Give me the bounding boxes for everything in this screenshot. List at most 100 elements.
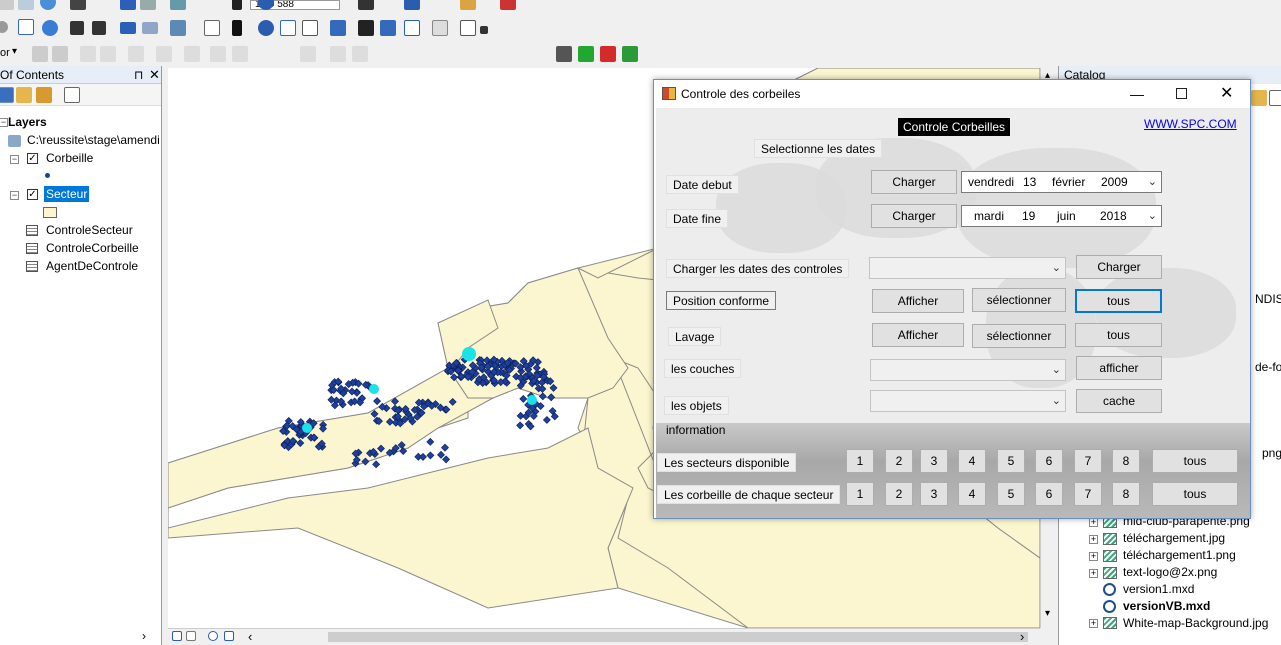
pan-hand-icon[interactable] — [18, 0, 34, 10]
secteur-3-button[interactable]: 3 — [920, 449, 948, 473]
catalog-item[interactable]: téléchargement1.png — [1123, 548, 1236, 562]
catalog-item[interactable]: White-map-Background.jpg — [1123, 616, 1268, 630]
globe-icon[interactable] — [40, 0, 56, 10]
website-link[interactable]: WWW.SPC.COM — [1144, 117, 1237, 131]
close-icon[interactable]: ✕ — [149, 66, 160, 84]
chevron-down-icon[interactable]: ⌄ — [1148, 172, 1157, 192]
binoculars-icon[interactable] — [358, 0, 374, 10]
secteur-6-button[interactable]: 6 — [1035, 449, 1063, 473]
tous-position-button[interactable]: tous — [1075, 289, 1162, 313]
list-by-source-icon[interactable] — [16, 87, 32, 103]
selected-point[interactable] — [302, 423, 312, 433]
dates-controles-combo[interactable]: ⌄ — [869, 257, 1066, 279]
go-to-xy-icon[interactable] — [404, 20, 420, 36]
scroll-left-icon[interactable]: ‹ — [248, 629, 252, 644]
full-extent-icon[interactable] — [70, 0, 86, 10]
find-route-icon[interactable] — [380, 20, 396, 36]
corbeille-point[interactable] — [327, 395, 336, 404]
corbeille-point[interactable] — [419, 452, 427, 461]
chevron-down-icon[interactable]: ⌄ — [1148, 206, 1157, 226]
corbeille-secteur-8-button[interactable]: 8 — [1112, 482, 1140, 506]
zoom-in-icon[interactable] — [0, 0, 14, 10]
collapse-icon[interactable]: − — [0, 118, 8, 127]
layer-visibility-checkbox[interactable]: ✓ — [27, 189, 38, 200]
secteur-4-button[interactable]: 4 — [958, 449, 986, 473]
corbeille-point[interactable] — [372, 460, 381, 469]
scroll-down-icon[interactable]: ▾ — [1045, 608, 1050, 619]
html-popup-icon[interactable] — [280, 20, 296, 36]
binoculars-icon[interactable] — [358, 20, 374, 36]
maximize-icon[interactable] — [1176, 88, 1187, 99]
pointer-icon[interactable] — [232, 0, 242, 10]
afficher-lavage-button[interactable]: Afficher — [872, 323, 964, 347]
objets-combo[interactable]: ⌄ — [870, 390, 1066, 412]
selectionner-position-button[interactable]: sélectionner — [972, 288, 1066, 312]
scroll-right-icon[interactable]: › — [1020, 629, 1024, 644]
scroll-thumb[interactable] — [328, 632, 1028, 642]
refresh-icon[interactable] — [208, 631, 218, 641]
date-debut-picker[interactable]: vendredi 13 février 2009 ⌄ — [961, 171, 1162, 193]
scroll-right-icon[interactable]: › — [142, 629, 146, 643]
charger-fin-button[interactable]: Charger — [871, 204, 957, 228]
corbeille-points[interactable] — [279, 347, 559, 469]
tous-corbeilles-button[interactable]: tous — [1152, 482, 1238, 506]
house-icon[interactable] — [600, 46, 616, 62]
data-view-icon[interactable] — [186, 631, 196, 641]
options-icon[interactable] — [64, 87, 80, 103]
chevron-down-icon[interactable]: ⌄ — [1052, 258, 1061, 278]
list-by-visibility-icon[interactable] — [36, 87, 52, 103]
corbeille-point[interactable] — [442, 455, 451, 464]
corbeille-secteur-3-button[interactable]: 3 — [920, 482, 948, 506]
expand-icon[interactable]: + — [1089, 535, 1098, 544]
zoom-in-icon[interactable] — [0, 21, 8, 33]
corbeille-point[interactable] — [373, 397, 382, 406]
expand-icon[interactable]: + — [1089, 518, 1098, 527]
table-controle-corbeille[interactable]: ControleCorbeille — [46, 241, 139, 255]
globe-icon[interactable] — [42, 20, 58, 36]
table-agent-de-controle[interactable]: AgentDeControle — [46, 259, 138, 273]
corbeille-point[interactable] — [426, 437, 435, 446]
chevron-down-icon[interactable]: ▾ — [12, 46, 17, 57]
corbeille-point[interactable] — [437, 450, 445, 459]
selected-point[interactable] — [527, 395, 537, 405]
secteur-7-button[interactable]: 7 — [1074, 449, 1102, 473]
pin-icon[interactable]: ⊓ — [134, 66, 143, 84]
add-point-icon[interactable] — [578, 46, 594, 62]
collapse-icon[interactable]: − — [10, 155, 19, 164]
catalog-item-partial[interactable]: de-for — [1255, 360, 1281, 374]
charger-debut-button[interactable]: Charger — [871, 170, 957, 194]
close-icon[interactable]: ✕ — [1220, 80, 1233, 108]
corbeille-secteur-5-button[interactable]: 5 — [997, 482, 1025, 506]
corbeille-secteur-1-button[interactable]: 1 — [846, 482, 874, 506]
corbeille-point[interactable] — [519, 394, 528, 403]
forward-arrow-icon[interactable] — [142, 22, 158, 34]
fixed-zoom-icon[interactable] — [92, 21, 106, 35]
map-horizontal-scrollbar[interactable]: ‹ › — [168, 628, 1040, 645]
expand-icon[interactable]: + — [1089, 619, 1098, 628]
catalog-item[interactable]: téléchargement.jpg — [1123, 531, 1225, 545]
time-slider-icon[interactable] — [432, 20, 448, 36]
cache-objets-button[interactable]: cache — [1076, 389, 1162, 413]
layer-visibility-checkbox[interactable]: ✓ — [27, 153, 38, 164]
expand-icon[interactable]: + — [1089, 552, 1098, 561]
table-controle-secteur[interactable]: ControleSecteur — [46, 223, 133, 237]
identify-icon[interactable] — [258, 20, 274, 36]
full-extent-icon[interactable] — [70, 21, 84, 35]
measure-icon[interactable] — [330, 20, 346, 36]
layers-label[interactable]: Layers — [8, 115, 47, 129]
back-arrow-icon[interactable] — [120, 0, 136, 10]
pan-hand-icon[interactable] — [18, 19, 34, 35]
go-to-xy-icon[interactable] — [404, 0, 420, 10]
selected-point[interactable] — [462, 347, 476, 361]
select-features-icon[interactable] — [170, 20, 186, 36]
selected-point[interactable] — [369, 384, 379, 394]
chevron-down-icon[interactable]: ⌄ — [1052, 360, 1061, 380]
gift-icon[interactable] — [622, 46, 638, 62]
catalog-item-partial[interactable]: png — [1262, 446, 1281, 460]
charger-controles-button[interactable]: Charger — [1076, 255, 1162, 279]
catalog-item[interactable]: text-logo@2x.png — [1123, 565, 1217, 579]
catalog-item[interactable]: version1.mxd — [1123, 582, 1194, 596]
catalog-item[interactable]: versionVB.mxd — [1123, 599, 1210, 613]
chevron-down-icon[interactable]: ⌄ — [1052, 391, 1061, 411]
editor-menu[interactable]: or — [0, 47, 10, 59]
